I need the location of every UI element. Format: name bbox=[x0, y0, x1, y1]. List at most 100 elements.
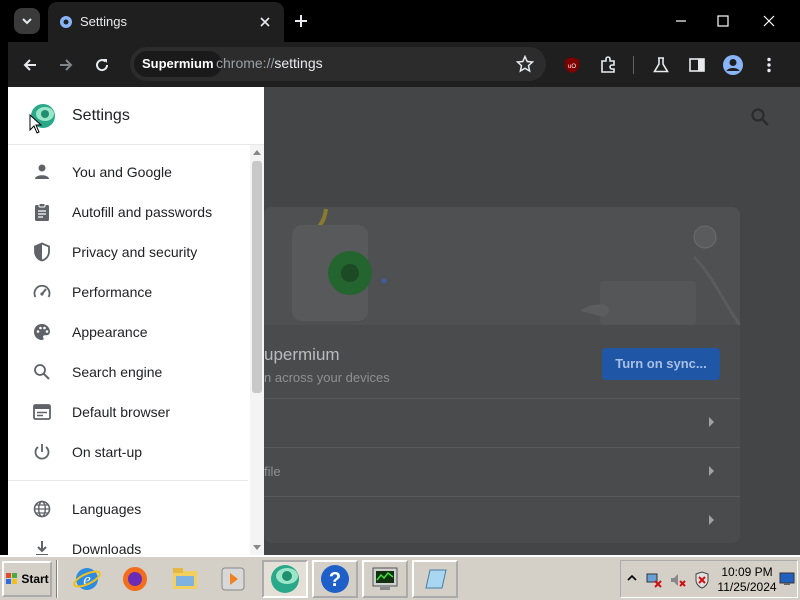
notepad-icon bbox=[425, 569, 447, 589]
nav-item-languages[interactable]: Languages bbox=[8, 489, 248, 529]
chevron-up-icon[interactable] bbox=[627, 573, 637, 583]
menu-button[interactable] bbox=[757, 53, 781, 77]
minimize-icon bbox=[676, 20, 686, 22]
tab-settings[interactable]: Settings bbox=[48, 2, 284, 42]
close-window-button[interactable] bbox=[746, 6, 792, 36]
task-manager-button[interactable] bbox=[362, 560, 408, 598]
nav-item-you-and-google[interactable]: You and Google bbox=[8, 152, 248, 192]
volume-muted-icon[interactable] bbox=[669, 571, 687, 589]
task-manager-icon bbox=[372, 567, 398, 590]
nav-item-label: Languages bbox=[72, 501, 142, 517]
start-button[interactable]: Start bbox=[2, 561, 52, 597]
browser-window: Settings Supermium chrome://settings uO … bbox=[8, 0, 800, 555]
settings-row[interactable]: file bbox=[264, 447, 740, 496]
firefox-button[interactable] bbox=[112, 560, 158, 598]
media-player-button[interactable] bbox=[210, 560, 256, 598]
mouse-cursor-icon bbox=[29, 114, 43, 134]
back-arrow-icon bbox=[23, 59, 36, 71]
nav-item-label: Search engine bbox=[72, 364, 163, 380]
person-icon bbox=[35, 164, 49, 179]
url-text[interactable]: chrome://settings bbox=[216, 55, 323, 71]
taskbar-clock[interactable]: 10:09 PM 11/25/2024 bbox=[717, 565, 777, 595]
minimize-button[interactable] bbox=[658, 6, 704, 36]
scroll-up-arrow-icon[interactable] bbox=[253, 150, 261, 155]
plus-icon bbox=[295, 15, 307, 27]
bookmark-star-icon[interactable] bbox=[516, 55, 534, 73]
shield-icon bbox=[34, 242, 50, 262]
chevron-down-icon bbox=[22, 18, 32, 25]
gear-icon bbox=[60, 16, 72, 28]
side-panel-icon bbox=[689, 58, 705, 72]
security-alert-icon[interactable] bbox=[693, 571, 711, 589]
notepad-button[interactable] bbox=[412, 560, 458, 598]
nav-item-autofill[interactable]: Autofill and passwords bbox=[8, 192, 248, 232]
nav-item-appearance[interactable]: Appearance bbox=[8, 312, 248, 352]
settings-row[interactable] bbox=[264, 398, 740, 447]
firefox-icon bbox=[123, 567, 147, 591]
nav-item-label: Privacy and security bbox=[72, 244, 198, 260]
sync-card-title: upermium bbox=[264, 345, 340, 364]
close-icon bbox=[763, 15, 775, 27]
nav-item-label: Performance bbox=[72, 284, 153, 300]
drawer-title: Settings bbox=[72, 107, 130, 124]
labs-button[interactable] bbox=[649, 53, 673, 77]
row-label: file bbox=[264, 464, 281, 479]
supermium-taskbar-button[interactable] bbox=[262, 560, 308, 598]
search-icon[interactable] bbox=[750, 107, 770, 127]
settings-row[interactable] bbox=[264, 496, 740, 543]
drawer-nav-list: You and Google Autofill and passwords Pr… bbox=[8, 145, 248, 555]
start-label: Start bbox=[21, 572, 49, 586]
new-tab-button[interactable] bbox=[291, 11, 311, 31]
nav-item-default-browser[interactable]: Default browser bbox=[8, 392, 248, 432]
nav-item-label: You and Google bbox=[72, 164, 172, 180]
maximize-button[interactable] bbox=[700, 6, 746, 36]
avatar-icon bbox=[723, 55, 743, 75]
internet-explorer-button[interactable]: e bbox=[64, 560, 110, 598]
scroll-down-arrow-icon[interactable] bbox=[253, 545, 261, 550]
chevron-right-icon bbox=[709, 515, 714, 525]
quick-launch-separator bbox=[56, 560, 58, 598]
ublock-icon: uO bbox=[565, 57, 579, 73]
forward-button[interactable] bbox=[54, 53, 78, 77]
clipboard-icon bbox=[35, 203, 49, 221]
address-bar[interactable]: Supermium chrome://settings bbox=[130, 47, 546, 81]
drawer-scrollbar[interactable] bbox=[250, 145, 264, 555]
nav-item-performance[interactable]: Performance bbox=[8, 272, 248, 312]
nav-item-privacy[interactable]: Privacy and security bbox=[8, 232, 248, 272]
download-icon bbox=[36, 541, 48, 555]
scrollbar-thumb[interactable] bbox=[252, 161, 262, 393]
tab-search-button[interactable] bbox=[14, 8, 40, 34]
nav-item-label: Downloads bbox=[72, 541, 142, 555]
nav-item-search-engine[interactable]: Search engine bbox=[8, 352, 248, 392]
side-panel-button[interactable] bbox=[685, 53, 709, 77]
help-button[interactable]: ? bbox=[312, 560, 358, 598]
clock-time: 10:09 PM bbox=[721, 565, 773, 579]
svg-text:?: ? bbox=[329, 569, 341, 591]
ublock-extension-button[interactable]: uO bbox=[560, 53, 584, 77]
network-disconnected-icon[interactable] bbox=[645, 571, 663, 589]
nav-item-on-startup[interactable]: On start-up bbox=[8, 432, 248, 472]
reload-icon bbox=[96, 59, 109, 72]
nav-item-label: Autofill and passwords bbox=[72, 204, 213, 220]
turn-on-sync-button[interactable]: Turn on sync... bbox=[602, 348, 720, 380]
toolbar-separator bbox=[633, 56, 634, 74]
site-chip[interactable]: Supermium bbox=[134, 51, 222, 77]
nav-divider bbox=[8, 480, 248, 481]
flask-icon bbox=[653, 57, 669, 73]
tab-title: Settings bbox=[80, 14, 127, 29]
media-player-icon bbox=[221, 567, 245, 591]
profile-button[interactable] bbox=[721, 53, 745, 77]
file-explorer-button[interactable] bbox=[162, 560, 208, 598]
palette-icon bbox=[34, 324, 50, 340]
taskbar: Start e ? 10:09 PM 11/25/2024 bbox=[0, 555, 800, 600]
reload-button[interactable] bbox=[90, 53, 114, 77]
nav-item-downloads[interactable]: Downloads bbox=[8, 529, 248, 555]
monitor-icon[interactable] bbox=[779, 571, 795, 587]
tab-strip: Settings bbox=[8, 0, 800, 42]
help-icon: ? bbox=[321, 565, 349, 593]
back-button[interactable] bbox=[18, 53, 42, 77]
extensions-button[interactable] bbox=[596, 53, 620, 77]
close-icon bbox=[260, 17, 270, 27]
speedometer-icon bbox=[33, 284, 51, 298]
tab-close-button[interactable] bbox=[256, 13, 274, 31]
